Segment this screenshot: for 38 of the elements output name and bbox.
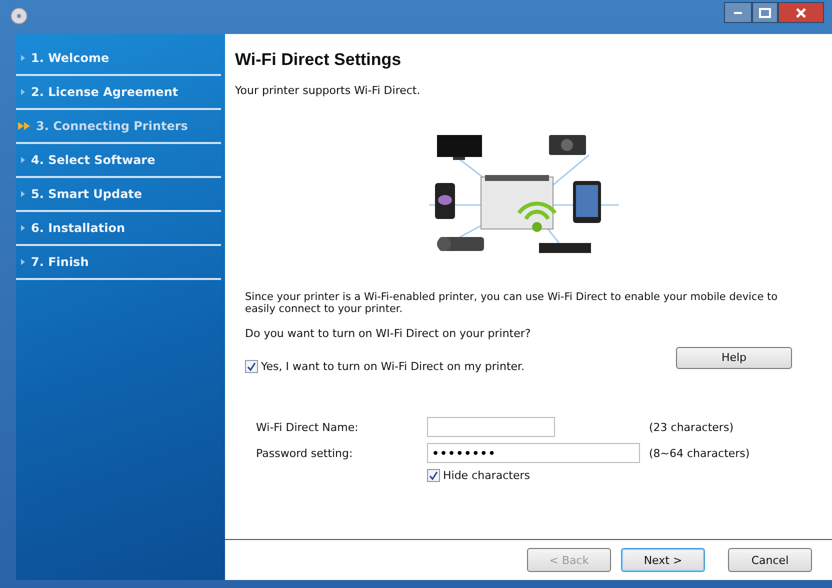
step-item: 3. Connecting Printers xyxy=(16,110,221,144)
checkbox-label: Hide characters xyxy=(443,469,530,482)
footer-button[interactable]: Cancel xyxy=(728,548,812,572)
checkbox[interactable] xyxy=(427,469,440,482)
step-item: 4. Select Software xyxy=(16,144,221,178)
subtitle-text: Your printer supports Wi-Fi Direct. xyxy=(235,84,422,97)
input-field[interactable]: •••••••• xyxy=(427,443,640,463)
arrow-icon xyxy=(21,55,25,61)
arrow-icon xyxy=(21,259,25,265)
step-item: 7. Finish xyxy=(16,246,221,280)
arrow-icon xyxy=(21,191,25,197)
arrow-icon xyxy=(21,157,25,163)
checkbox[interactable] xyxy=(245,360,258,373)
field-hint: (8~64 characters) xyxy=(649,446,751,460)
description-text: Since your printer is a Wi-Fi-enabled printer, you can use Wi-Fi Direct to enable your mobile device to easily connect to your printer. xyxy=(245,291,779,315)
step-item: 6. Installation xyxy=(16,212,221,246)
double-arrow-icon xyxy=(18,122,30,130)
input-field[interactable] xyxy=(427,417,555,437)
maximize-button[interactable] xyxy=(752,2,778,23)
close-icon xyxy=(796,8,806,18)
question-text: Do you want to turn on WI-Fi Direct on your printer? xyxy=(245,327,532,340)
check-icon xyxy=(429,471,438,480)
page-heading: Wi-Fi Direct Settings xyxy=(235,50,402,70)
step-item: 1. Welcome xyxy=(16,42,221,76)
arrow-icon xyxy=(21,89,25,95)
step-item: 2. License Agreement xyxy=(16,76,221,110)
checkbox-label: Yes, I want to turn on Wi-Fi Direct on my printer. xyxy=(261,360,525,373)
check-icon xyxy=(247,362,256,371)
arrow-icon xyxy=(21,225,25,231)
minimize-button[interactable] xyxy=(724,2,752,23)
footer-button[interactable]: Next > xyxy=(621,548,705,572)
close-button[interactable] xyxy=(778,2,824,23)
field-hint: (23 characters) xyxy=(649,420,734,434)
field-label: Password setting: xyxy=(256,446,354,460)
step-item: 5. Smart Update xyxy=(16,178,221,212)
help-button[interactable]: Help xyxy=(676,346,792,368)
disc-icon xyxy=(10,7,28,25)
field-label: Wi-Fi Direct Name: xyxy=(256,420,360,434)
